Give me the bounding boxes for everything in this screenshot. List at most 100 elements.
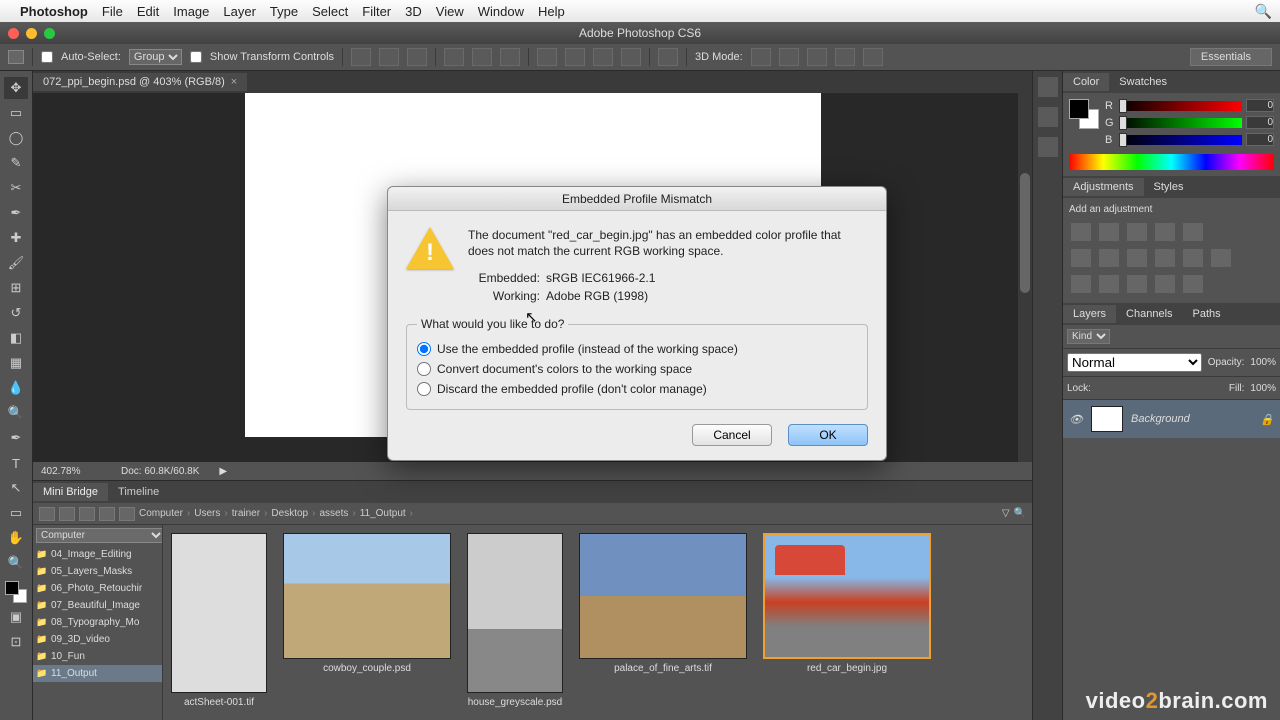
pen-tool[interactable]: ✒ — [4, 427, 28, 449]
move-tool-icon[interactable] — [8, 50, 24, 64]
color-lookup-icon[interactable] — [1211, 249, 1231, 267]
tab-timeline[interactable]: Timeline — [108, 483, 169, 501]
brightness-icon[interactable] — [1071, 223, 1091, 241]
breadcrumb[interactable]: assets — [319, 508, 348, 519]
properties-panel-icon[interactable] — [1038, 107, 1058, 127]
healing-brush-tool[interactable]: ✚ — [4, 227, 28, 249]
lasso-tool[interactable]: ◯ — [4, 127, 28, 149]
tab-swatches[interactable]: Swatches — [1109, 73, 1177, 91]
ok-button[interactable]: OK — [788, 424, 868, 446]
zoom-level[interactable]: 402.78% — [41, 466, 101, 477]
app-name[interactable]: Photoshop — [20, 4, 88, 19]
align-center-h-icon[interactable] — [379, 48, 399, 66]
blur-tool[interactable]: 💧 — [4, 377, 28, 399]
auto-align-icon[interactable] — [658, 48, 678, 66]
breadcrumb[interactable]: Users — [194, 508, 220, 519]
zoom-tool[interactable]: 🔍 — [4, 552, 28, 574]
posterize-icon[interactable] — [1099, 275, 1119, 293]
option-use-embedded[interactable]: Use the embedded profile (instead of the… — [417, 339, 857, 359]
thumbnail-item[interactable]: house_greyscale.psd — [467, 533, 563, 708]
menu-help[interactable]: Help — [538, 4, 565, 19]
align-left-icon[interactable] — [351, 48, 371, 66]
brush-tool[interactable]: 🖌 — [4, 252, 28, 274]
spotlight-search-icon[interactable]: 🔍 — [1255, 3, 1272, 20]
nav-recent-icon[interactable] — [119, 507, 135, 521]
curves-icon[interactable] — [1127, 223, 1147, 241]
breadcrumb[interactable]: 11_Output — [360, 508, 406, 519]
channel-mixer-icon[interactable] — [1183, 249, 1203, 267]
folder-item[interactable]: 10_Fun — [33, 648, 162, 665]
folder-item[interactable]: 09_3D_video — [33, 631, 162, 648]
lock-all-icon[interactable] — [1157, 381, 1171, 395]
character-panel-icon[interactable] — [1038, 137, 1058, 157]
tab-paths[interactable]: Paths — [1183, 305, 1231, 323]
folder-item[interactable]: 04_Image_Editing — [33, 546, 162, 563]
thumbnail-item[interactable]: cowboy_couple.psd — [283, 533, 451, 674]
filter-icon[interactable]: ▽ — [1002, 508, 1010, 519]
folder-item[interactable]: 05_Layers_Masks — [33, 563, 162, 580]
search-icon[interactable]: 🔍 — [1014, 508, 1026, 519]
opacity-value[interactable]: 100% — [1250, 357, 1276, 368]
radio-use-embedded[interactable] — [417, 342, 431, 356]
window-minimize-button[interactable] — [26, 28, 37, 39]
vertical-scrollbar[interactable] — [1018, 93, 1032, 462]
menu-edit[interactable]: Edit — [137, 4, 159, 19]
menu-file[interactable]: File — [102, 4, 123, 19]
selective-color-icon[interactable] — [1183, 275, 1203, 293]
align-bottom-icon[interactable] — [500, 48, 520, 66]
option-discard[interactable]: Discard the embedded profile (don't colo… — [417, 379, 857, 399]
window-zoom-button[interactable] — [44, 28, 55, 39]
history-panel-icon[interactable] — [1038, 77, 1058, 97]
3d-rotate-icon[interactable] — [751, 48, 771, 66]
filter-shape-icon[interactable] — [1174, 330, 1190, 344]
menu-view[interactable]: View — [436, 4, 464, 19]
tab-styles[interactable]: Styles — [1144, 178, 1194, 196]
threshold-icon[interactable] — [1127, 275, 1147, 293]
bw-icon[interactable] — [1127, 249, 1147, 267]
align-center-v-icon[interactable] — [472, 48, 492, 66]
3d-scale-icon[interactable] — [863, 48, 883, 66]
folder-item[interactable]: 06_Photo_Retouchir — [33, 580, 162, 597]
lock-transparent-icon[interactable] — [1097, 381, 1111, 395]
auto-select-target[interactable]: Group — [129, 49, 182, 65]
tab-adjustments[interactable]: Adjustments — [1063, 178, 1144, 196]
history-brush-tool[interactable]: ↺ — [4, 302, 28, 324]
tab-color[interactable]: Color — [1063, 73, 1109, 91]
invert-icon[interactable] — [1071, 275, 1091, 293]
layer-thumbnail[interactable] — [1091, 406, 1123, 432]
tab-mini-bridge[interactable]: Mini Bridge — [33, 483, 108, 501]
menu-filter[interactable]: Filter — [362, 4, 391, 19]
filter-smart-icon[interactable] — [1194, 330, 1210, 344]
doc-size[interactable]: Doc: 60.8K/60.8K — [121, 466, 199, 477]
tab-channels[interactable]: Channels — [1116, 305, 1182, 323]
breadcrumb[interactable]: Desktop — [271, 508, 308, 519]
option-convert[interactable]: Convert document's colors to the working… — [417, 359, 857, 379]
radio-convert[interactable] — [417, 362, 431, 376]
quick-select-tool[interactable]: ✎ — [4, 152, 28, 174]
vibrance-icon[interactable] — [1183, 223, 1203, 241]
screen-mode-icon[interactable]: ⊡ — [4, 631, 28, 653]
hue-sat-icon[interactable] — [1071, 249, 1091, 267]
red-input[interactable] — [1246, 99, 1274, 112]
3d-roll-icon[interactable] — [779, 48, 799, 66]
breadcrumb[interactable]: Computer — [139, 508, 183, 519]
filter-type-icon[interactable] — [1154, 330, 1170, 344]
dodge-tool[interactable]: 🔍 — [4, 402, 28, 424]
window-close-button[interactable] — [8, 28, 19, 39]
filter-adjustment-icon[interactable] — [1134, 330, 1150, 344]
marquee-tool[interactable]: ▭ — [4, 102, 28, 124]
3d-pan-icon[interactable] — [807, 48, 827, 66]
align-top-icon[interactable] — [444, 48, 464, 66]
blue-input[interactable] — [1246, 133, 1274, 146]
tab-layers[interactable]: Layers — [1063, 305, 1116, 323]
nav-reveal-icon[interactable] — [79, 507, 95, 521]
lock-pixels-icon[interactable] — [1117, 381, 1131, 395]
eyedropper-tool[interactable]: ✒ — [4, 202, 28, 224]
menu-layer[interactable]: Layer — [223, 4, 256, 19]
radio-discard[interactable] — [417, 382, 431, 396]
exposure-icon[interactable] — [1155, 223, 1175, 241]
move-tool[interactable]: ✥ — [4, 77, 28, 99]
green-slider[interactable] — [1119, 118, 1242, 128]
photo-filter-icon[interactable] — [1155, 249, 1175, 267]
cancel-button[interactable]: Cancel — [692, 424, 772, 446]
